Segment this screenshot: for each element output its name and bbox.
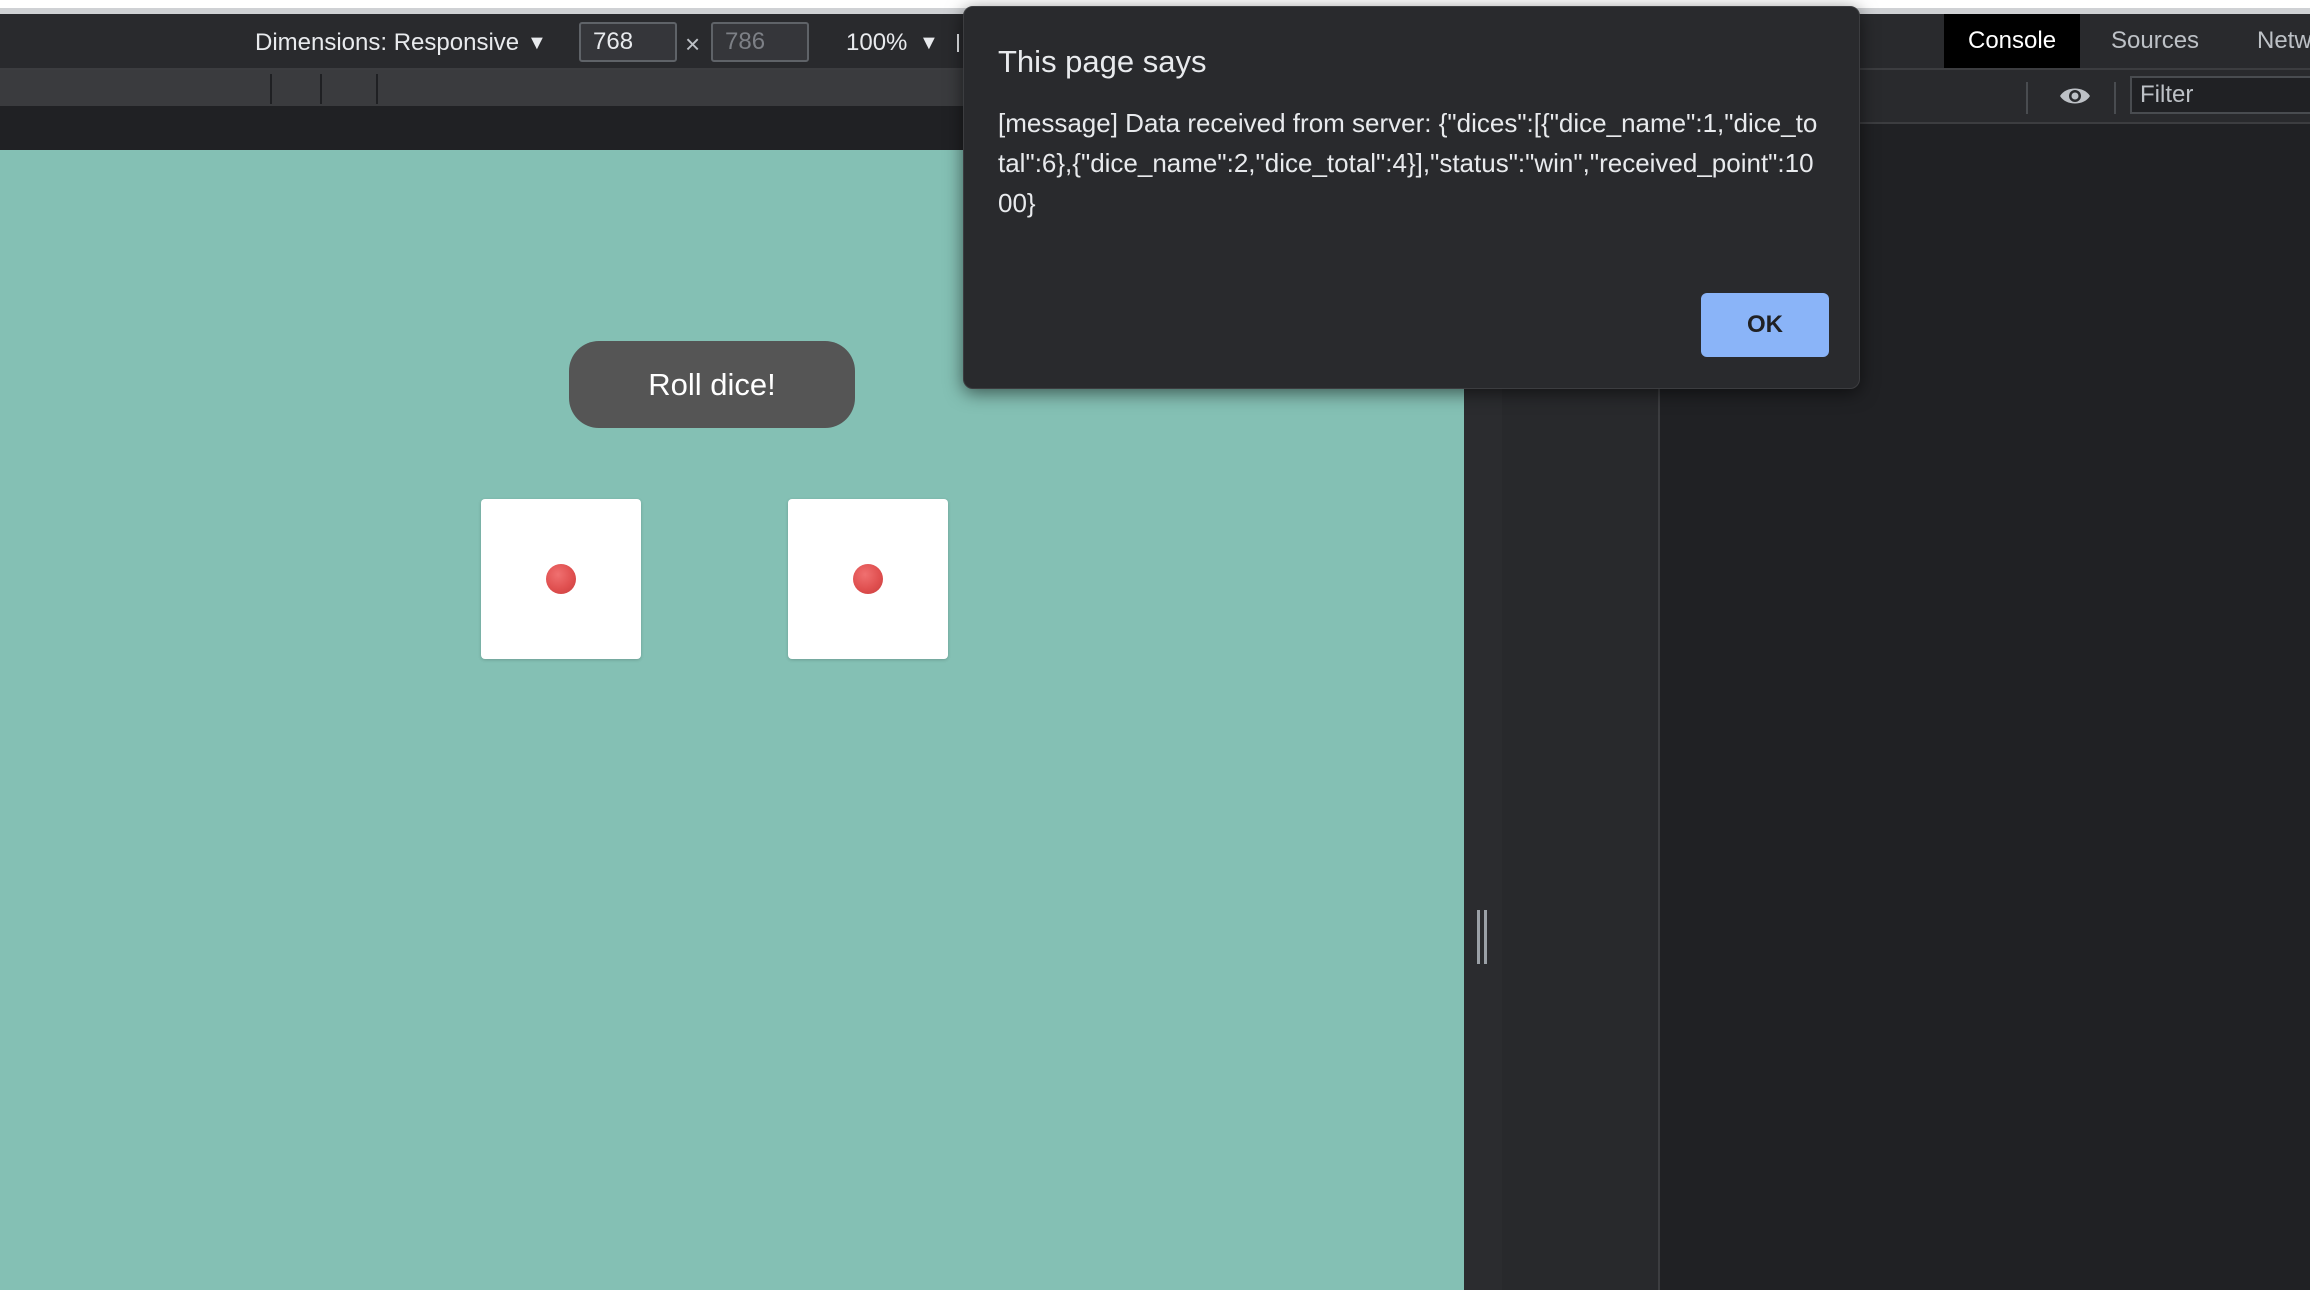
- die-one: [481, 499, 641, 659]
- dimensions-dropdown[interactable]: Dimensions: Responsive: [255, 28, 519, 58]
- dialog-title: This page says: [998, 44, 1207, 79]
- eye-icon[interactable]: [2058, 84, 2092, 108]
- height-input[interactable]: [711, 22, 809, 62]
- die-pip: [853, 564, 883, 594]
- toolbar-separator: [2026, 82, 2028, 114]
- resize-handle-icon[interactable]: [1476, 910, 1488, 964]
- tab-network[interactable]: Netwo: [2233, 14, 2310, 68]
- zoom-dropdown-arrow-icon[interactable]: ▼: [919, 28, 939, 58]
- throttle-dropdown-fragment[interactable]: [955, 28, 961, 56]
- dialog-message: [message] Data received from server: {"d…: [998, 108, 1818, 218]
- times-icon: ×: [685, 29, 701, 59]
- media-query-tick: [320, 74, 322, 104]
- dimensions-dropdown-arrow-icon[interactable]: ▼: [527, 28, 547, 58]
- media-query-tick: [270, 74, 272, 104]
- die-pip: [546, 564, 576, 594]
- toolbar-separator: [2114, 82, 2116, 114]
- ok-button[interactable]: OK: [1701, 293, 1829, 357]
- media-query-tick: [376, 74, 378, 104]
- tab-console[interactable]: Console: [1944, 14, 2081, 68]
- die-two: [788, 499, 948, 659]
- screen: Dimensions: Responsive ▼ × 100% ▼ Roll d…: [0, 0, 2310, 1290]
- zoom-dropdown[interactable]: 100%: [846, 28, 907, 58]
- width-input[interactable]: [579, 22, 677, 62]
- console-filter-input[interactable]: [2130, 76, 2310, 114]
- tab-sources[interactable]: Sources: [2087, 14, 2223, 68]
- roll-dice-button[interactable]: Roll dice!: [569, 341, 855, 428]
- alert-dialog: This page says [message] Data received f…: [963, 6, 1860, 389]
